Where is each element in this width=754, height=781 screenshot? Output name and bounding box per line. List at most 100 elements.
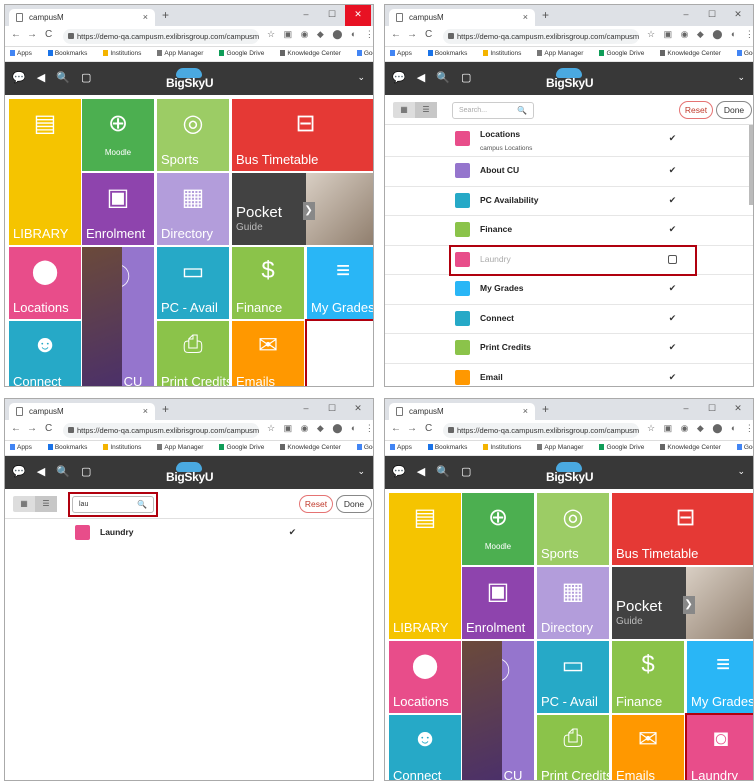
header-action-icons[interactable]: 💬 ◀ 🔍 ▢: [12, 465, 95, 478]
minimize-button[interactable]: –: [673, 5, 699, 26]
grid-view-button[interactable]: ▦: [393, 102, 415, 118]
tile-connect[interactable]: ☻ Connect: [389, 715, 461, 780]
search-input[interactable]: Search... 🔍: [452, 102, 534, 119]
bookmark-item[interactable]: Google Drive: [219, 444, 272, 451]
back-button[interactable]: ←: [391, 423, 401, 434]
list-item[interactable]: PC Availability ✔: [385, 187, 753, 216]
new-tab-button[interactable]: +: [542, 8, 549, 22]
checked-checkbox[interactable]: ✔: [668, 225, 677, 234]
list-view-button[interactable]: ☰: [35, 496, 57, 512]
browser-tab[interactable]: campusM ×: [389, 403, 535, 420]
bookmark-item[interactable]: Institutions: [103, 444, 149, 451]
tab-close-icon[interactable]: ×: [523, 12, 528, 22]
bookmark-item[interactable]: App Manager: [157, 444, 211, 451]
list-item[interactable]: Connect ✔: [385, 305, 753, 334]
bookmark-item[interactable]: Knowledge Center: [280, 444, 348, 451]
bookmark-item[interactable]: Google Docs: [356, 50, 373, 57]
close-window-button[interactable]: ✕: [345, 399, 371, 420]
extension-icons[interactable]: ☆ ▣ ◉ ◆ ⬤ ◐ ⋮: [267, 423, 373, 434]
forward-button[interactable]: →: [407, 29, 417, 40]
bookmark-item[interactable]: Bookmarks: [47, 444, 96, 451]
grid-view-button[interactable]: ▦: [13, 496, 35, 512]
maximize-button[interactable]: ☐: [319, 399, 345, 420]
tile-pocket[interactable]: Pocket Guide ❯: [232, 173, 373, 245]
header-action-icons[interactable]: 💬 ◀ 🔍 ▢: [392, 71, 475, 84]
new-tab-button[interactable]: +: [162, 402, 169, 416]
maximize-button[interactable]: ☐: [699, 399, 725, 420]
tile-pc[interactable]: ▭ PC - Avail: [157, 247, 229, 319]
tile-finance[interactable]: $ Finance: [612, 641, 684, 713]
forward-button[interactable]: →: [407, 423, 417, 434]
tile-emails[interactable]: ✉ Emails: [232, 321, 304, 386]
tile-bus[interactable]: ⊟ Bus Timetable: [612, 493, 753, 565]
list-view-button[interactable]: ☰: [415, 102, 437, 118]
tile-sports[interactable]: ◎ Sports: [157, 99, 229, 171]
scrollbar[interactable]: [749, 125, 753, 205]
url-field[interactable]: https://demo-qa.campusm.exlibrisgroup.co…: [443, 423, 639, 438]
list-item[interactable]: Finance ✔: [385, 216, 753, 246]
list-item[interactable]: Print Credits ✔: [385, 334, 753, 364]
tile-about[interactable]: ⓘAbout CU: [82, 247, 154, 386]
header-action-icons[interactable]: 💬 ◀ 🔍 ▢: [12, 71, 95, 84]
bookmark-item[interactable]: App Manager: [537, 444, 591, 451]
extension-icons[interactable]: ☆ ▣ ◉ ◆ ⬤ ◐ ⋮: [267, 29, 373, 40]
back-button[interactable]: ←: [11, 423, 21, 434]
tile-pocket[interactable]: Pocket Guide ❯: [612, 567, 753, 639]
url-field[interactable]: https://demo-qa.campusm.exlibrisgroup.co…: [443, 29, 639, 44]
extension-icons[interactable]: ☆ ▣ ◉ ◆ ⬤ ◐ ⋮: [647, 423, 753, 434]
forward-button[interactable]: →: [27, 29, 37, 40]
tile-moodle[interactable]: ⊕ Moodle: [82, 99, 154, 171]
bookmark-item[interactable]: App Manager: [537, 50, 591, 57]
tile-grades[interactable]: ≡ My Grades: [687, 641, 753, 713]
reload-button[interactable]: C: [425, 29, 432, 40]
browser-tab[interactable]: campusM ×: [389, 9, 535, 26]
browser-tab[interactable]: campusM ×: [9, 9, 155, 26]
tile-grades[interactable]: ≡ My Grades: [307, 247, 373, 319]
close-window-button[interactable]: ✕: [725, 5, 751, 26]
tile-enrolment[interactable]: ▣ Enrolment: [82, 173, 154, 245]
bookmark-item[interactable]: Google Docs: [356, 444, 373, 451]
checked-checkbox[interactable]: ✔: [668, 372, 677, 382]
bookmark-item[interactable]: Institutions: [483, 50, 529, 57]
new-tab-button[interactable]: +: [162, 8, 169, 22]
tab-close-icon[interactable]: ×: [143, 12, 148, 22]
forward-button[interactable]: →: [27, 423, 37, 434]
back-button[interactable]: ←: [391, 29, 401, 40]
checked-checkbox[interactable]: ✔: [668, 134, 677, 143]
reload-button[interactable]: C: [45, 29, 52, 40]
extension-icons[interactable]: ☆ ▣ ◉ ◆ ⬤ ◐ ⋮: [647, 29, 753, 40]
tile-finance[interactable]: $ Finance: [232, 247, 304, 319]
tile-print[interactable]: ⎙ Print Credits: [157, 321, 229, 386]
tile-directory[interactable]: ▦ Directory: [157, 173, 229, 245]
done-button[interactable]: Done: [716, 101, 752, 119]
bookmark-item[interactable]: Apps: [10, 50, 40, 57]
bookmark-item[interactable]: Bookmarks: [427, 50, 476, 57]
url-field[interactable]: https://demo-qa.campusm.exlibrisgroup.co…: [63, 423, 259, 438]
reload-button[interactable]: C: [425, 423, 432, 434]
bookmark-item[interactable]: Google Docs: [736, 50, 753, 57]
menu-chevron-icon[interactable]: ⌄: [357, 466, 365, 477]
list-item[interactable]: Locations campus Locations ✔: [385, 125, 753, 157]
bookmark-item[interactable]: Bookmarks: [47, 50, 96, 57]
search-icon[interactable]: 🔍: [517, 106, 527, 115]
bookmark-item[interactable]: Knowledge Center: [280, 50, 348, 57]
list-item[interactable]: Laundry ✔: [5, 519, 373, 548]
checked-checkbox[interactable]: ✔: [668, 343, 677, 352]
view-toggle[interactable]: ▦ ☰: [393, 102, 437, 118]
back-button[interactable]: ←: [11, 29, 21, 40]
checked-checkbox[interactable]: ✔: [668, 284, 677, 293]
header-action-icons[interactable]: 💬 ◀ 🔍 ▢: [392, 465, 475, 478]
tile-enrolment[interactable]: ▣ Enrolment: [462, 567, 534, 639]
bookmark-item[interactable]: Google Docs: [736, 444, 753, 451]
minimize-button[interactable]: –: [293, 5, 319, 26]
tile-sports[interactable]: ◎ Sports: [537, 493, 609, 565]
checked-checkbox[interactable]: ✔: [288, 528, 297, 537]
checked-checkbox[interactable]: ✔: [668, 166, 677, 175]
tile-bus[interactable]: ⊟ Bus Timetable: [232, 99, 373, 171]
bookmark-item[interactable]: Google Drive: [599, 444, 652, 451]
minimize-button[interactable]: –: [293, 399, 319, 420]
tile-locations[interactable]: ⬤ Locations: [9, 247, 81, 319]
url-field[interactable]: https://demo-qa.campusm.exlibrisgroup.co…: [63, 29, 259, 44]
bookmark-item[interactable]: Google Drive: [219, 50, 272, 57]
maximize-button[interactable]: ☐: [699, 5, 725, 26]
